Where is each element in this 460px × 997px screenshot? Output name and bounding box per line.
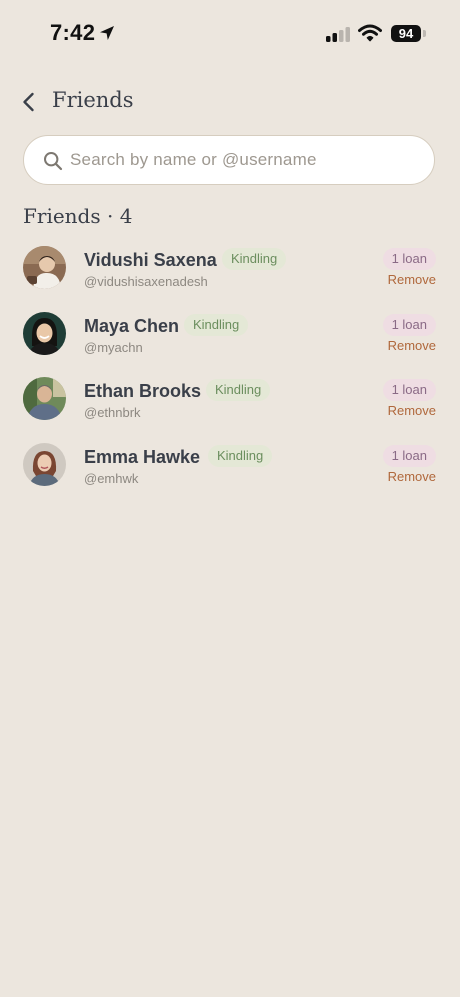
loan-count-badge: 1 loan	[382, 379, 436, 401]
tier-badge: Kindling	[184, 313, 249, 336]
avatar[interactable]	[23, 311, 66, 355]
remove-friend-button[interactable]: Remove	[388, 469, 436, 484]
search-bar[interactable]	[23, 135, 435, 185]
wifi-icon	[358, 24, 382, 42]
friend-row[interactable]: Ethan Brooks Kindling @ethnbrk 1 loan Re…	[0, 367, 460, 433]
friend-name[interactable]: Vidushi Saxena	[84, 250, 217, 271]
friend-name[interactable]: Maya Chen	[84, 316, 179, 337]
battery-icon: 94	[391, 25, 427, 43]
friend-row[interactable]: Maya Chen Kindling @myachn 1 loan Remove	[0, 302, 460, 368]
chevron-left-icon[interactable]	[18, 89, 42, 115]
cellular-signal-icon	[326, 27, 350, 42]
friend-handle: @emhwk	[84, 470, 139, 486]
friends-count-heading: Friends · 4	[23, 204, 133, 228]
remove-friend-button[interactable]: Remove	[388, 338, 436, 353]
friend-name[interactable]: Emma Hawke	[84, 447, 200, 468]
friend-handle: @ethnbrk	[84, 405, 141, 420]
loan-count-badge: 1 loan	[382, 248, 436, 270]
status-bar: 7:42 94	[0, 0, 460, 64]
friend-name[interactable]: Ethan Brooks	[84, 381, 201, 402]
status-time: 7:42	[50, 20, 96, 45]
tier-badge: Kindling	[208, 444, 273, 467]
friend-handle: @myachn	[84, 339, 143, 355]
battery-level: 94	[391, 25, 421, 42]
loan-count-badge: 1 loan	[382, 313, 436, 336]
friend-handle: @vidushisaxenadesh	[84, 274, 208, 289]
friend-row[interactable]: Emma Hawke Kindling @emhwk 1 loan Remove	[0, 433, 460, 499]
remove-friend-button[interactable]: Remove	[388, 403, 436, 418]
search-input[interactable]	[70, 136, 420, 184]
friend-list: Vidushi Saxena Kindling @vidushisaxenade…	[0, 236, 460, 498]
location-arrow-icon	[100, 26, 114, 40]
page-title: Friends	[52, 88, 134, 112]
avatar[interactable]	[23, 246, 66, 289]
search-icon	[44, 152, 63, 171]
avatar[interactable]	[23, 442, 66, 486]
avatar[interactable]	[23, 377, 66, 420]
loan-count-badge: 1 loan	[382, 444, 436, 467]
tier-badge: Kindling	[222, 248, 287, 270]
remove-friend-button[interactable]: Remove	[388, 272, 436, 287]
battery-tip	[423, 30, 426, 37]
tier-badge: Kindling	[206, 379, 271, 401]
friend-row[interactable]: Vidushi Saxena Kindling @vidushisaxenade…	[0, 236, 460, 302]
